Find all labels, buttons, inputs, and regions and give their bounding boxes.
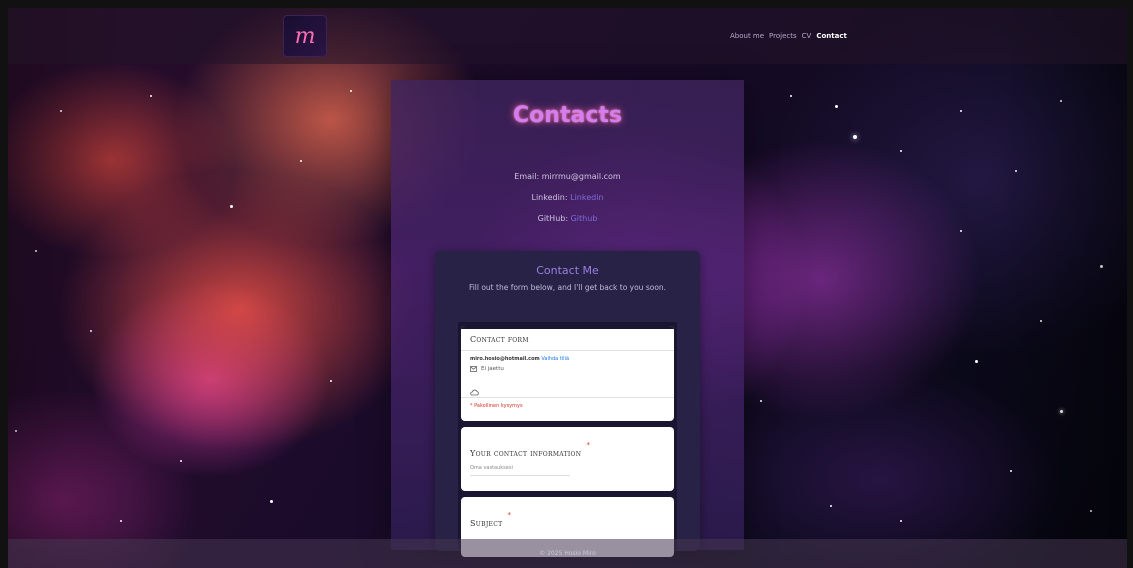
- switch-account-link[interactable]: Vaihda tiliä: [541, 356, 569, 362]
- not-shared-text: Ei jaettu: [481, 366, 504, 372]
- required-asterisk: *: [586, 441, 590, 449]
- question-title-subject: Subject: [470, 519, 503, 528]
- logo-text: m: [294, 23, 316, 49]
- nav-cv[interactable]: CV: [802, 32, 812, 40]
- email-label: Email:: [514, 172, 540, 181]
- github-link[interactable]: Github: [571, 214, 598, 223]
- github-label: GitHub:: [537, 214, 569, 223]
- contact-info-input[interactable]: Oma vastauksesi: [470, 465, 513, 471]
- contact-card-subtitle: Fill out the form below, and I'll get ba…: [468, 283, 667, 292]
- nav-about-me[interactable]: About me: [730, 32, 764, 40]
- linkedin-link[interactable]: Linkedin: [570, 193, 603, 202]
- account-row: miro.hosio@hotmail.com Vaihda tiliä: [470, 356, 569, 362]
- account-email: miro.hosio@hotmail.com: [470, 356, 540, 362]
- question-title-contact: Your contact information: [470, 449, 582, 458]
- form-header-card: Contact form miro.hosio@hotmail.com Vaih…: [461, 326, 674, 421]
- question-contact-info: Your contact information * Oma vastaukse…: [461, 427, 674, 491]
- linkedin-line: Linkedin: Linkedin: [391, 193, 744, 202]
- required-asterisk: *: [507, 511, 512, 519]
- email-line: Email: mirrmu@gmail.com: [391, 172, 744, 181]
- not-shared-row: Ei jaettu: [470, 366, 504, 372]
- form-heading: Contact form: [470, 335, 529, 344]
- github-line: GitHub: Github: [391, 214, 744, 223]
- mail-icon: [470, 366, 477, 372]
- required-note: * Pakollinen kysymys: [470, 403, 523, 409]
- email-value: mirrmu@gmail.com: [541, 172, 621, 181]
- nav-contact[interactable]: Contact: [816, 32, 847, 40]
- footer-copyright: © 2025 Hosio Miro: [539, 550, 596, 557]
- linkedin-label: Linkedin:: [531, 193, 568, 202]
- nav-projects[interactable]: Projects: [769, 32, 797, 40]
- contact-card-title: Contact Me: [536, 264, 599, 277]
- main-nav: About me Projects CV Contact: [730, 32, 847, 40]
- site-header: [8, 8, 1127, 64]
- site-logo[interactable]: m: [283, 15, 327, 57]
- page-title: Contacts: [513, 103, 622, 128]
- scrollbar-thumb[interactable]: [1128, 66, 1132, 456]
